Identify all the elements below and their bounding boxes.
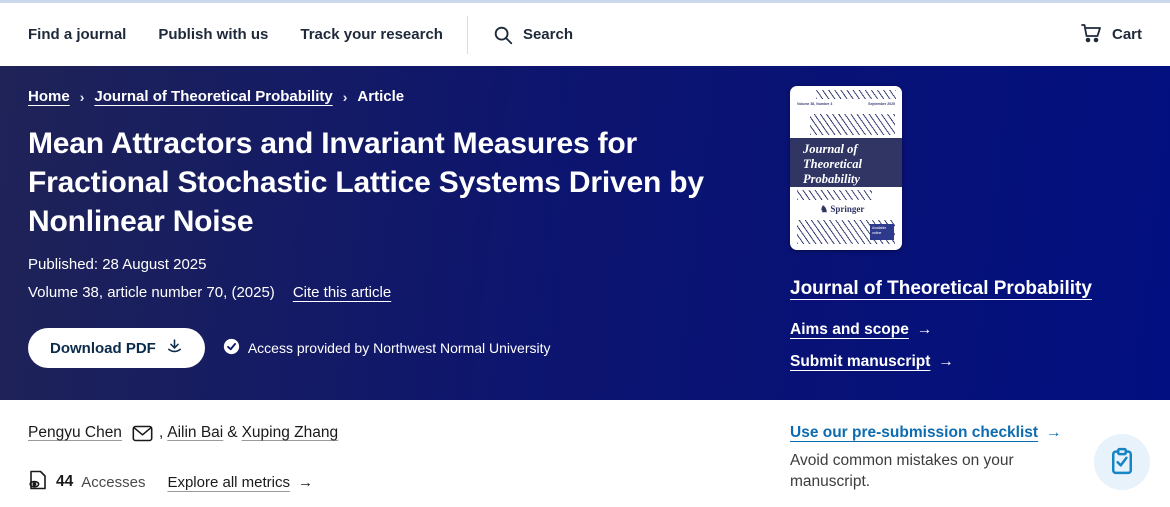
cover-hatch-decoration — [810, 114, 895, 135]
arrow-right-icon: → — [1046, 424, 1062, 442]
page: Find a journal Publish with us Track you… — [0, 0, 1170, 507]
volume-row: Volume 38, article number 70, (2025) Cit… — [28, 284, 768, 301]
explore-all-metrics-link[interactable]: Explore all metrics — [167, 474, 290, 491]
arrow-right-icon: → — [938, 353, 954, 371]
available-online-badge: Available online — [870, 224, 894, 240]
search-label: Search — [523, 26, 573, 43]
accesses-label: Accesses — [81, 474, 145, 491]
aims-and-scope-row: Aims and scope → — [790, 321, 1142, 339]
top-navigation: Find a journal Publish with us Track you… — [0, 3, 1170, 66]
cover-hatch-decoration — [816, 90, 896, 99]
cart-label: Cart — [1112, 26, 1142, 43]
pre-submission-checklist-row: Use our pre-submission checklist → — [790, 424, 1142, 442]
volume-info: Volume 38, article number 70, (2025) — [28, 284, 275, 301]
access-info: Access provided by Northwest Normal Univ… — [223, 338, 551, 358]
article-meta-section: Pengyu Chen , Ailin Bai & Xuping Zhang — [0, 400, 1170, 495]
springer-logo: Springer — [820, 204, 864, 215]
cover-date-text: September 2025 — [868, 102, 895, 108]
nav-find-a-journal[interactable]: Find a journal — [28, 26, 126, 43]
author-link-pengyu-chen[interactable]: Pengyu Chen — [28, 424, 122, 442]
cover-title: Journal of Theoretical Probability — [790, 138, 902, 187]
hero-left-column: Home › Journal of Theoretical Probabilit… — [28, 88, 768, 400]
cite-this-article-link[interactable]: Cite this article — [293, 284, 391, 301]
chevron-right-icon: › — [343, 89, 348, 105]
nav-track-your-research[interactable]: Track your research — [300, 26, 443, 43]
author-separator: , — [159, 424, 163, 442]
checklist-description: Avoid common mistakes on your manuscript… — [790, 451, 1035, 493]
authors-line: Pengyu Chen , Ailin Bai & Xuping Zhang — [28, 424, 790, 442]
cover-volume-text: Volume 38, Number 3 — [797, 102, 832, 108]
author-separator: & — [227, 424, 237, 442]
access-text: Access provided by Northwest Normal Univ… — [248, 340, 551, 356]
email-envelope-icon[interactable] — [132, 425, 153, 442]
accesses-icon — [28, 469, 48, 495]
download-pdf-label: Download PDF — [50, 340, 156, 357]
published-date: Published: 28 August 2025 — [28, 256, 768, 273]
bottom-left-column: Pengyu Chen , Ailin Bai & Xuping Zhang — [28, 424, 790, 495]
search-icon — [492, 24, 514, 46]
download-row: Download PDF — [28, 328, 768, 368]
arrow-right-icon: → — [298, 474, 313, 491]
article-title: Mean Attractors and Invariant Measures f… — [28, 124, 748, 241]
journal-cover-image[interactable]: Volume 38, Number 3 September 2025 Journ… — [790, 86, 902, 250]
nav-links: Find a journal Publish with us Track you… — [28, 26, 443, 43]
cover-meta: Volume 38, Number 3 September 2025 — [797, 102, 895, 108]
cart-button[interactable]: Cart — [1079, 20, 1142, 49]
checklist-fab-button[interactable] — [1094, 434, 1150, 490]
bottom-right-column: Use our pre-submission checklist → Avoid… — [790, 424, 1142, 495]
chevron-right-icon: › — [80, 89, 85, 105]
metrics-row: 44 Accesses Explore all metrics → — [28, 469, 790, 495]
author-link-xuping-zhang[interactable]: Xuping Zhang — [242, 424, 339, 442]
journal-name-link[interactable]: Journal of Theoretical Probability — [790, 278, 1092, 300]
submit-manuscript-link[interactable]: Submit manuscript — [790, 353, 930, 371]
hero-right-column: Volume 38, Number 3 September 2025 Journ… — [790, 88, 1142, 400]
cart-icon — [1079, 20, 1103, 49]
article-hero: Home › Journal of Theoretical Probabilit… — [0, 66, 1170, 400]
breadcrumb-journal[interactable]: Journal of Theoretical Probability — [94, 88, 332, 105]
breadcrumb-current: Article — [357, 88, 404, 105]
accesses-count: 44 — [56, 473, 73, 491]
cover-hatch-decoration — [797, 190, 872, 200]
breadcrumb-home[interactable]: Home — [28, 88, 70, 105]
download-icon — [166, 338, 183, 359]
arrow-right-icon: → — [917, 321, 933, 339]
download-pdf-button[interactable]: Download PDF — [28, 328, 205, 368]
aims-and-scope-link[interactable]: Aims and scope — [790, 321, 909, 339]
nav-divider — [467, 16, 468, 54]
search-button[interactable]: Search — [492, 24, 573, 46]
submit-manuscript-row: Submit manuscript → — [790, 353, 1142, 371]
clipboard-check-icon — [1107, 446, 1137, 479]
author-link-ailin-bai[interactable]: Ailin Bai — [167, 424, 223, 442]
breadcrumb: Home › Journal of Theoretical Probabilit… — [28, 88, 768, 105]
nav-publish-with-us[interactable]: Publish with us — [158, 26, 268, 43]
pre-submission-checklist-link[interactable]: Use our pre-submission checklist — [790, 424, 1038, 442]
check-circle-icon — [223, 338, 240, 358]
